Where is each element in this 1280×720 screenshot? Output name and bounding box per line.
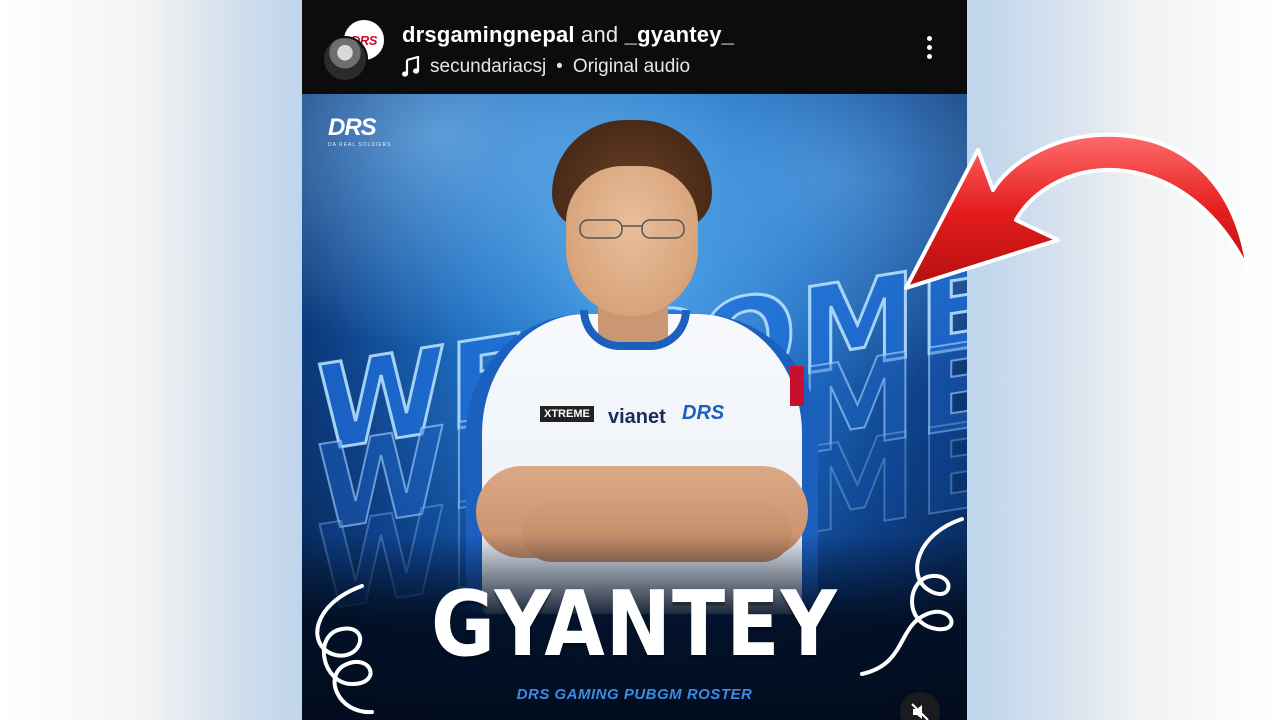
- audio-label[interactable]: Original audio: [573, 56, 690, 78]
- avatar-gyantey[interactable]: [322, 36, 368, 82]
- audio-separator: •: [556, 56, 563, 77]
- player-name: GYANTEY: [431, 573, 838, 677]
- author-link-secondary[interactable]: _gyantey_: [625, 22, 734, 47]
- more-vertical-icon[interactable]: [922, 36, 936, 66]
- collab-avatars[interactable]: DRS: [322, 18, 386, 82]
- nepal-flag-icon: [790, 366, 804, 406]
- volume-muted-icon: [911, 703, 929, 720]
- glasses-icon: [579, 219, 685, 239]
- background-glow-right: [967, 0, 1137, 720]
- poster-image: WELCOME BACK WELCOME BACK WELCOME BACK D…: [302, 94, 967, 720]
- author-connector: and: [581, 22, 619, 47]
- post-header: DRS drsgamingnepal and _gyantey_ secunda…: [302, 0, 967, 94]
- author-link-primary[interactable]: drsgamingnepal: [402, 22, 575, 47]
- sponsor-xtreme: XTREME: [540, 406, 594, 422]
- drs-logo-tagline: DA REAL SOLDIERS: [328, 142, 392, 148]
- reel-post: DRS drsgamingnepal and _gyantey_ secunda…: [302, 0, 967, 720]
- drs-logo-mark: DRS: [328, 114, 377, 141]
- drs-logo: DRS DA REAL SOLDIERS: [328, 114, 400, 150]
- sponsor-drs: DRS: [682, 402, 725, 424]
- sponsor-vianet: vianet: [608, 406, 666, 428]
- music-note-icon: [402, 56, 420, 77]
- audio-attribution[interactable]: secundariacsj • Original audio: [402, 56, 690, 78]
- post-authors: drsgamingnepal and _gyantey_: [402, 22, 734, 48]
- red-curved-arrow-icon: [904, 132, 1250, 290]
- roster-subtitle: DRS GAMING PUBGM ROSTER: [516, 686, 753, 703]
- background-glow-left: [150, 0, 302, 720]
- audio-user[interactable]: secundariacsj: [430, 56, 546, 78]
